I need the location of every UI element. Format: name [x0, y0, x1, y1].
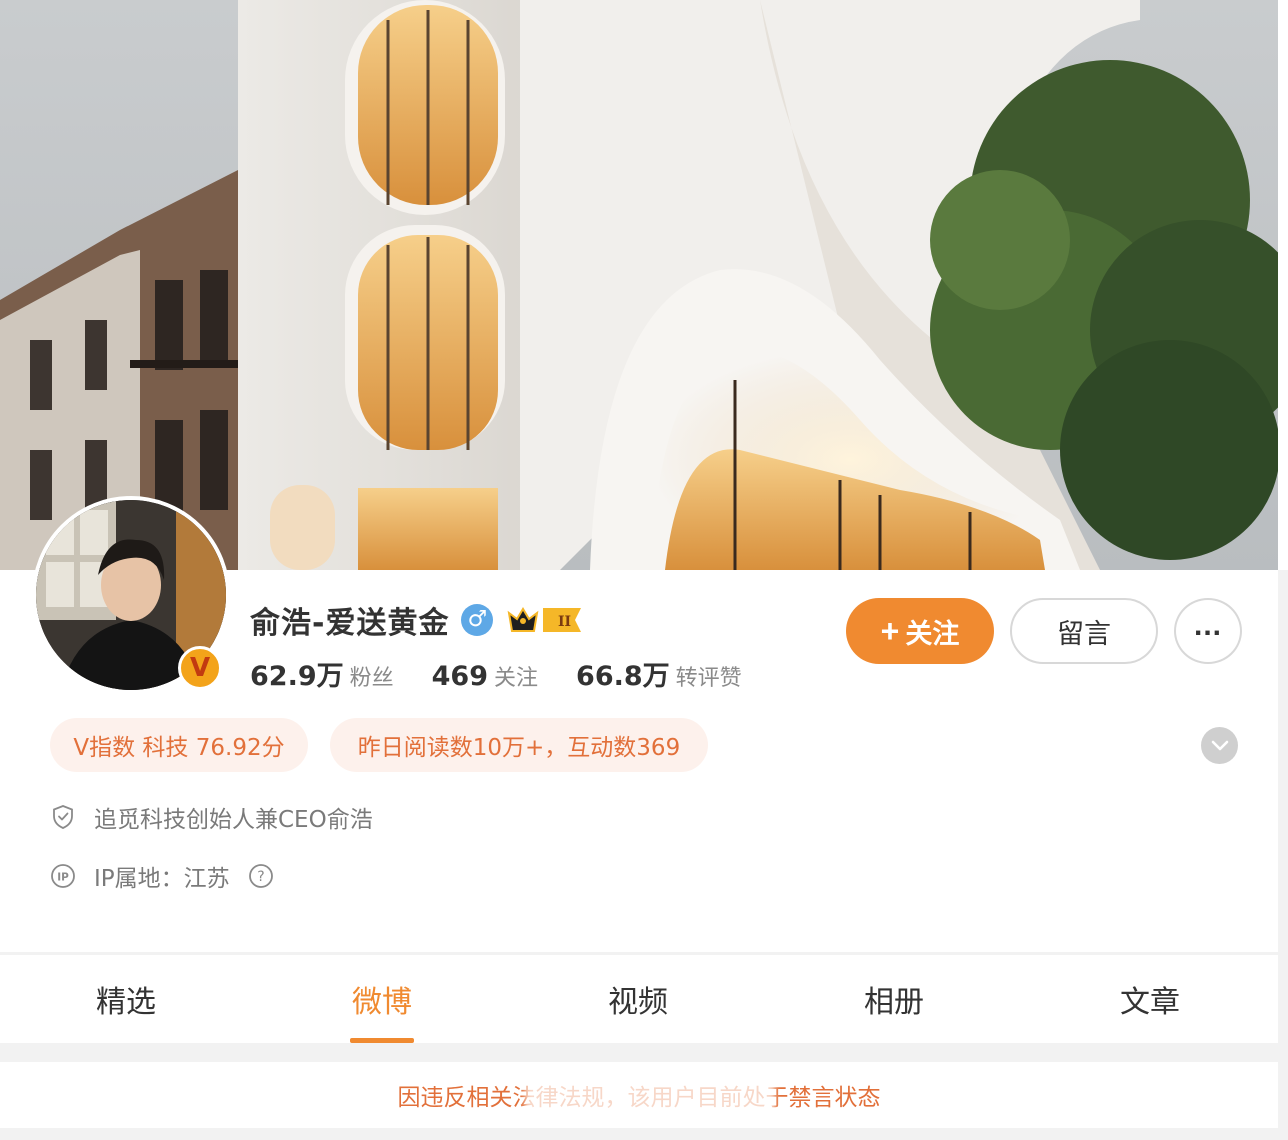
more-icon: ...: [1193, 609, 1222, 642]
tab-weibo[interactable]: 微博: [302, 955, 462, 1043]
svg-text:?: ?: [257, 869, 264, 885]
v-index-tag-label: V指数 科技 76.92分: [73, 735, 285, 761]
member-crown-icon[interactable]: II: [505, 603, 583, 637]
plus-icon: +: [880, 612, 900, 649]
expand-button[interactable]: [1201, 727, 1238, 764]
verification-row: 追觅科技创始人兼CEO俞浩: [50, 799, 373, 835]
name-row: 俞浩-爱送黄金 ♂ II: [250, 598, 583, 642]
stat-following[interactable]: 469 关注: [432, 660, 538, 692]
message-button[interactable]: 留言: [1010, 598, 1158, 664]
svg-text:IP: IP: [57, 872, 69, 884]
tab-video[interactable]: 视频: [558, 955, 718, 1043]
stat-interactions[interactable]: 66.8万 转评赞: [576, 654, 742, 693]
ip-location-row: IP IP属地：江苏 ?: [50, 858, 274, 894]
stat-interactions-label: 转评赞: [675, 666, 742, 691]
active-tab-indicator: [350, 1038, 414, 1043]
member-level: II: [558, 614, 571, 630]
tab-featured[interactable]: 精选: [46, 955, 206, 1043]
verified-badge: V: [178, 646, 222, 690]
v-index-tag[interactable]: V指数 科技 76.92分: [50, 718, 308, 772]
chevron-down-icon: [1211, 740, 1228, 750]
watermark-overlay: [525, 1080, 775, 1118]
question-circle-icon[interactable]: ?: [248, 863, 274, 889]
ip-icon: IP: [51, 864, 75, 888]
shield-check-icon: [53, 805, 73, 829]
message-button-label: 留言: [1057, 618, 1111, 649]
gender-symbol: ♂: [467, 607, 488, 632]
stat-interactions-value: 66.8万: [576, 661, 670, 692]
more-button[interactable]: ...: [1174, 598, 1242, 664]
profile-cover-image[interactable]: [0, 0, 1288, 570]
stat-following-label: 关注: [494, 666, 539, 691]
profile-tabs: 精选 微博 视频 相册 文章: [0, 955, 1278, 1043]
follow-button[interactable]: + 关注: [846, 598, 994, 664]
stat-fans-label: 粉丝: [349, 666, 394, 691]
tab-article[interactable]: 文章: [1070, 955, 1230, 1043]
verified-badge-label: V: [189, 653, 211, 683]
verification-text: 追觅科技创始人兼CEO俞浩: [94, 807, 373, 833]
stat-fans-value: 62.9万: [250, 661, 344, 692]
stats-row: 62.9万 粉丝 469 关注 66.8万 转评赞: [250, 654, 780, 693]
follow-button-label: 关注: [905, 618, 960, 649]
cover-illustration: [0, 0, 1288, 570]
stat-fans[interactable]: 62.9万 粉丝: [250, 654, 394, 693]
gender-male-icon: ♂: [461, 604, 494, 636]
ip-location-text: IP属地：江苏: [94, 866, 230, 892]
profile-name: 俞浩-爱送黄金: [250, 606, 450, 641]
stat-following-value: 469: [431, 661, 489, 692]
read-stats-tag[interactable]: 昨日阅读数10万+，互动数369: [330, 718, 708, 772]
tab-album[interactable]: 相册: [814, 955, 974, 1043]
read-stats-tag-label: 昨日阅读数10万+，互动数369: [357, 735, 681, 761]
